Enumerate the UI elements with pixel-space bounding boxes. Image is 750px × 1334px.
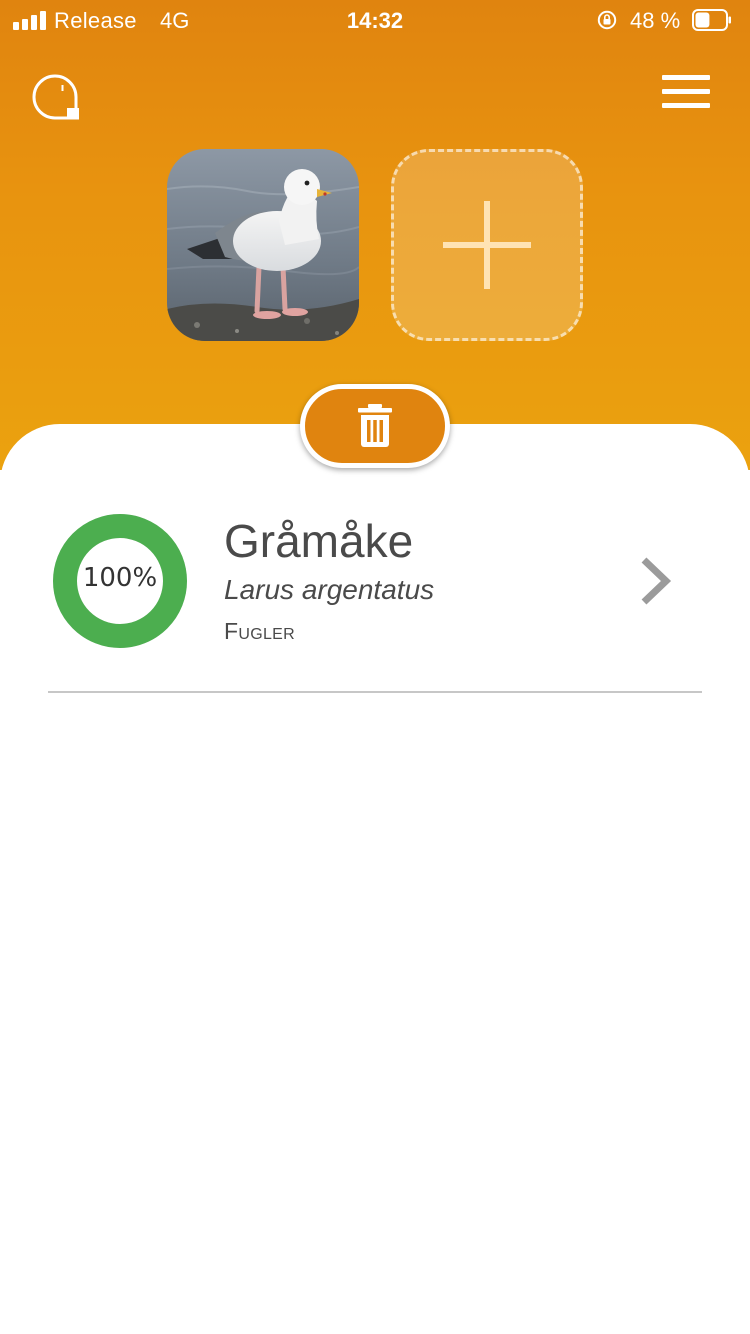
app-screen: Release 4G 14:32 48 % 100% Gråmåke Larus… [0, 0, 750, 1334]
plus-icon [443, 201, 531, 289]
battery-icon [692, 9, 731, 31]
seagull-photo [167, 149, 359, 341]
result-item[interactable]: 100% Gråmåke Larus argentatus Fugler [48, 500, 702, 690]
species-group: Fugler [224, 618, 295, 644]
photo-thumbnail[interactable] [167, 149, 359, 341]
hamburger-menu-icon[interactable] [660, 72, 712, 110]
app-logo-icon[interactable] [31, 74, 81, 120]
species-common-name: Gråmåke [224, 515, 414, 567]
battery-percent: 48 % [630, 8, 681, 33]
orientation-lock-icon [597, 10, 617, 30]
species-scientific-name: Larus argentatus [224, 574, 435, 605]
result-divider [48, 691, 702, 693]
confidence-label: 100% [82, 563, 158, 593]
trash-icon [358, 404, 392, 447]
status-bar: Release 4G 14:32 48 % [0, 0, 750, 40]
chevron-right-icon[interactable] [638, 556, 672, 606]
delete-button[interactable] [300, 384, 450, 468]
add-photo-button[interactable] [391, 149, 583, 341]
